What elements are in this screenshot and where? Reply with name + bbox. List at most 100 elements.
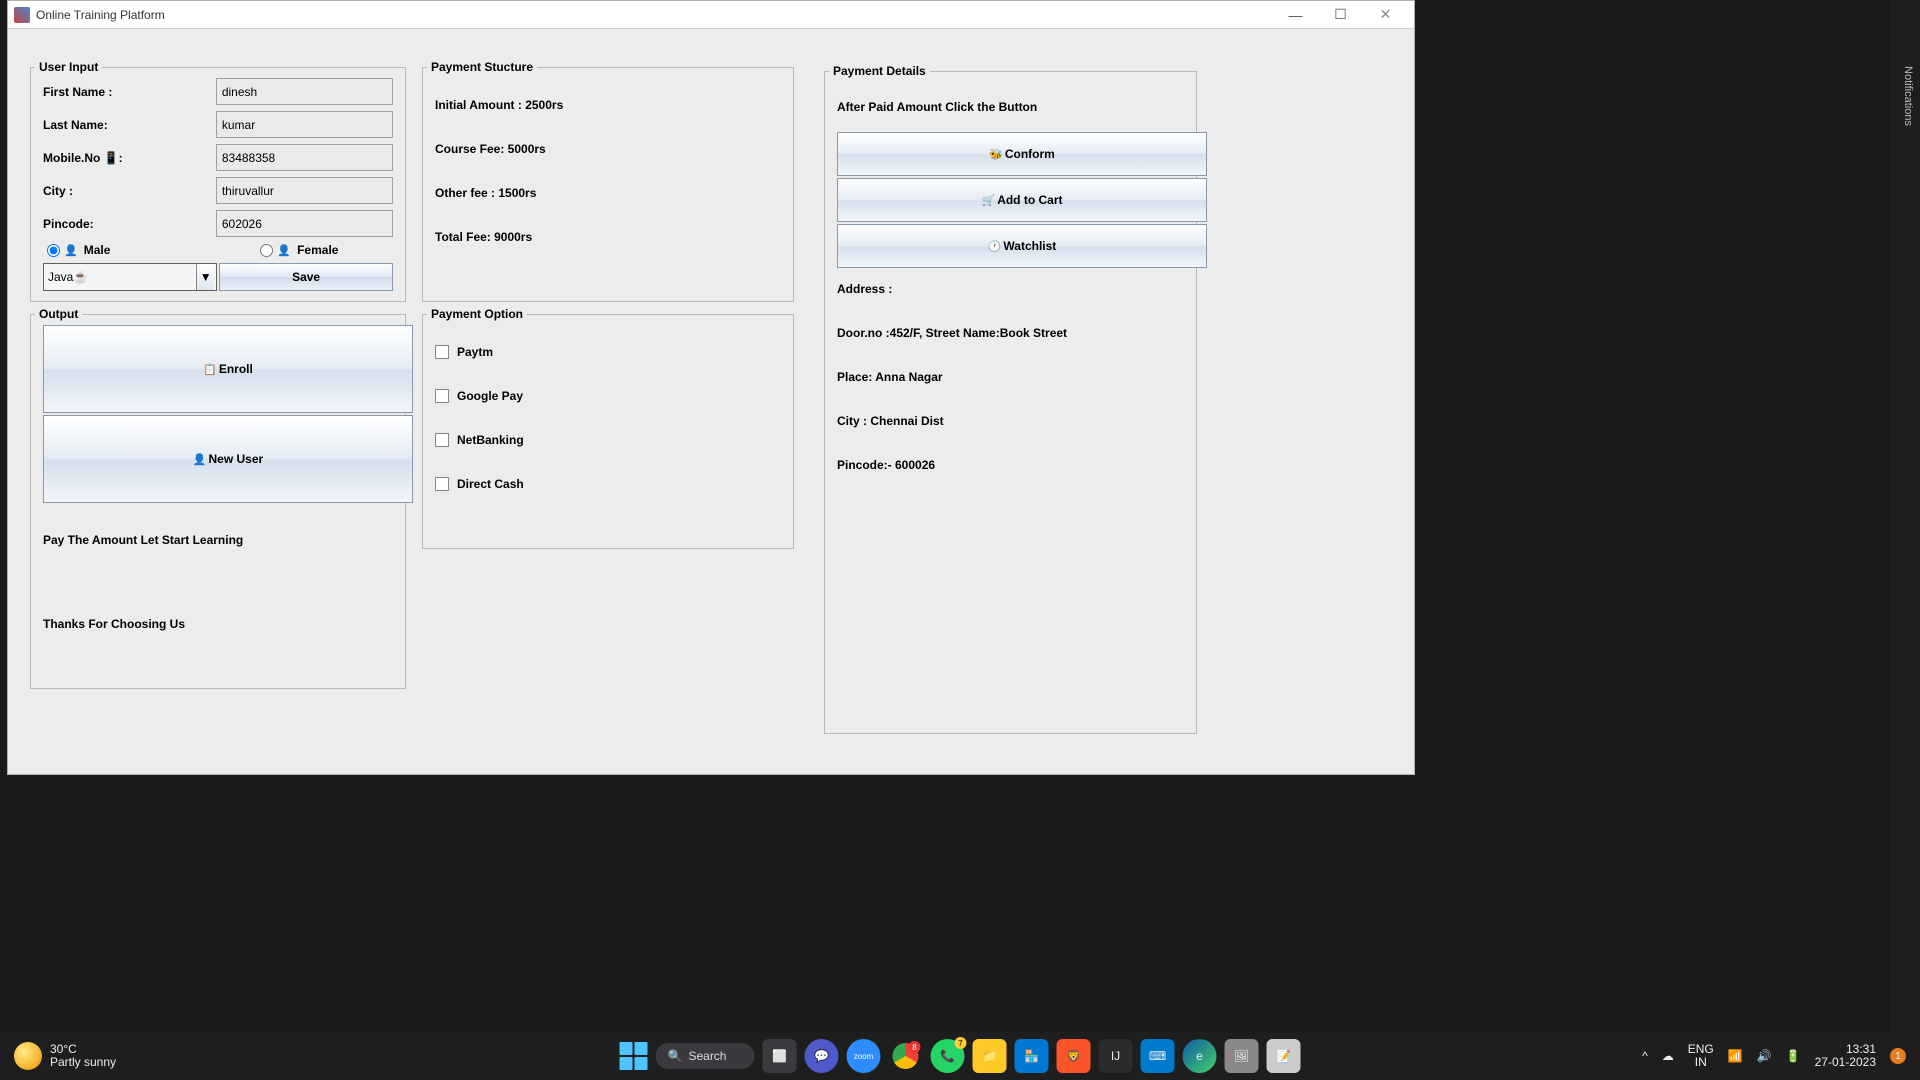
enroll-icon: 📋 [203, 363, 217, 376]
last-name-label: Last Name: [43, 118, 216, 132]
enroll-label: Enroll [219, 362, 253, 376]
add-to-cart-label: Add to Cart [997, 193, 1062, 207]
pincode-detail: Pincode:- 600026 [837, 458, 1184, 472]
start-button[interactable] [620, 1042, 648, 1070]
search-icon: 🔍 [668, 1049, 683, 1063]
conform-button[interactable]: 🐝 Conform [837, 132, 1207, 176]
output-legend: Output [35, 307, 82, 321]
thanks-message: Thanks For Choosing Us [43, 617, 393, 631]
user-icon: 👤 [193, 453, 207, 466]
female-label: Female [297, 243, 338, 257]
task-view-icon[interactable]: ⬜ [762, 1039, 796, 1073]
enroll-button[interactable]: 📋 Enroll [43, 325, 413, 413]
weather-widget[interactable]: 30°C Partly sunny [14, 1042, 116, 1070]
language-2[interactable]: IN [1688, 1056, 1714, 1069]
pay-message: Pay The Amount Let Start Learning [43, 533, 393, 547]
city-label: City : [43, 184, 216, 198]
title-bar[interactable]: Online Training Platform — ☐ ✕ [8, 1, 1414, 29]
after-paid-instruction: After Paid Amount Click the Button [837, 100, 1184, 114]
wifi-icon[interactable]: 📶 [1728, 1049, 1743, 1063]
city-field[interactable] [216, 177, 393, 204]
gpay-checkbox[interactable] [435, 389, 449, 403]
output-group: Output 📋 Enroll 👤 New User Pay The Amoun… [30, 314, 406, 689]
cash-label: Direct Cash [457, 477, 524, 491]
conform-label: Conform [1005, 147, 1055, 161]
cart-icon: 🛒 [981, 194, 995, 207]
last-name-field[interactable] [216, 111, 393, 138]
initial-amount: Initial Amount : 2500rs [435, 98, 781, 112]
watchlist-button[interactable]: 🕐 Watchlist [837, 224, 1207, 268]
door-no: Door.no :452/F, Street Name:Book Street [837, 326, 1184, 340]
city-dist: City : Chennai Dist [837, 414, 1184, 428]
maximize-button[interactable]: ☐ [1318, 1, 1363, 29]
brave-icon[interactable]: 🦁 [1056, 1039, 1090, 1073]
person-icon: 👤 [277, 244, 291, 257]
notification-badge[interactable]: 1 [1890, 1048, 1906, 1064]
chevron-down-icon: ▼ [196, 264, 214, 290]
app-icon [14, 7, 30, 23]
search-placeholder: Search [688, 1049, 726, 1063]
mobile-field[interactable] [216, 144, 393, 171]
paytm-label: Paytm [457, 345, 493, 359]
add-to-cart-button[interactable]: 🛒 Add to Cart [837, 178, 1207, 222]
close-button[interactable]: ✕ [1363, 1, 1408, 29]
volume-icon[interactable]: 🔊 [1757, 1049, 1772, 1063]
app1-icon[interactable]: 🖼 [1224, 1039, 1258, 1073]
female-radio[interactable] [260, 244, 273, 257]
taskbar[interactable]: 30°C Partly sunny 🔍 Search ⬜ 💬 zoom 8 📞7… [0, 1032, 1920, 1080]
clock-date[interactable]: 27-01-2023 [1815, 1056, 1876, 1069]
person-icon: 👤 [64, 244, 78, 257]
intellij-icon[interactable]: IJ [1098, 1039, 1132, 1073]
place: Place: Anna Nagar [837, 370, 1184, 384]
window-title: Online Training Platform [36, 8, 1273, 22]
notifications-label[interactable]: Notifications [1902, 66, 1914, 126]
course-combo[interactable]: Java☕ ▼ [43, 263, 217, 291]
teams-icon[interactable]: 💬 [804, 1039, 838, 1073]
payment-structure-legend: Payment Stucture [427, 60, 537, 74]
right-side-panel: Notifications [1890, 0, 1920, 1032]
payment-option-legend: Payment Option [427, 307, 527, 321]
payment-structure-group: Payment Stucture Initial Amount : 2500rs… [422, 67, 794, 302]
edge-icon[interactable]: e [1182, 1039, 1216, 1073]
minimize-button[interactable]: — [1273, 1, 1318, 29]
condition: Partly sunny [50, 1056, 116, 1069]
payment-details-group: Payment Details After Paid Amount Click … [824, 71, 1197, 734]
male-radio[interactable] [47, 244, 60, 257]
user-input-legend: User Input [35, 60, 102, 74]
other-fee: Other fee : 1500rs [435, 186, 781, 200]
address-label: Address : [837, 282, 1184, 296]
search-bar[interactable]: 🔍 Search [656, 1043, 755, 1069]
whatsapp-icon[interactable]: 📞7 [930, 1039, 964, 1073]
tray-chevron-icon[interactable]: ^ [1642, 1049, 1648, 1063]
pincode-field[interactable] [216, 210, 393, 237]
first-name-field[interactable] [216, 78, 393, 105]
conform-icon: 🐝 [989, 148, 1003, 161]
netbank-checkbox[interactable] [435, 433, 449, 447]
vscode-icon[interactable]: ⌨ [1140, 1039, 1174, 1073]
mobile-label: Mobile.No 📱: [43, 151, 216, 165]
payment-details-legend: Payment Details [829, 64, 930, 78]
course-fee: Course Fee: 5000rs [435, 142, 781, 156]
battery-icon[interactable]: 🔋 [1786, 1049, 1801, 1063]
store-icon[interactable]: 🏪 [1014, 1039, 1048, 1073]
cloud-icon[interactable]: ☁ [1662, 1049, 1674, 1063]
gpay-label: Google Pay [457, 389, 523, 403]
explorer-icon[interactable]: 📁 [972, 1039, 1006, 1073]
save-button-label: Save [292, 270, 320, 284]
new-user-button[interactable]: 👤 New User [43, 415, 413, 503]
zoom-icon[interactable]: zoom [846, 1039, 880, 1073]
payment-option-group: Payment Option Paytm Google Pay NetBanki… [422, 314, 794, 549]
watchlist-label: Watchlist [1003, 239, 1056, 253]
app2-icon[interactable]: 📝 [1266, 1039, 1300, 1073]
male-label: Male [84, 243, 111, 257]
pincode-label: Pincode: [43, 217, 216, 231]
new-user-label: New User [209, 452, 264, 466]
paytm-checkbox[interactable] [435, 345, 449, 359]
save-button[interactable]: Save [219, 263, 393, 291]
cash-checkbox[interactable] [435, 477, 449, 491]
app-window: Online Training Platform — ☐ ✕ User Inpu… [7, 0, 1415, 775]
total-fee: Total Fee: 9000rs [435, 230, 781, 244]
netbank-label: NetBanking [457, 433, 524, 447]
weather-icon [14, 1042, 42, 1070]
chrome-icon[interactable]: 8 [888, 1039, 922, 1073]
